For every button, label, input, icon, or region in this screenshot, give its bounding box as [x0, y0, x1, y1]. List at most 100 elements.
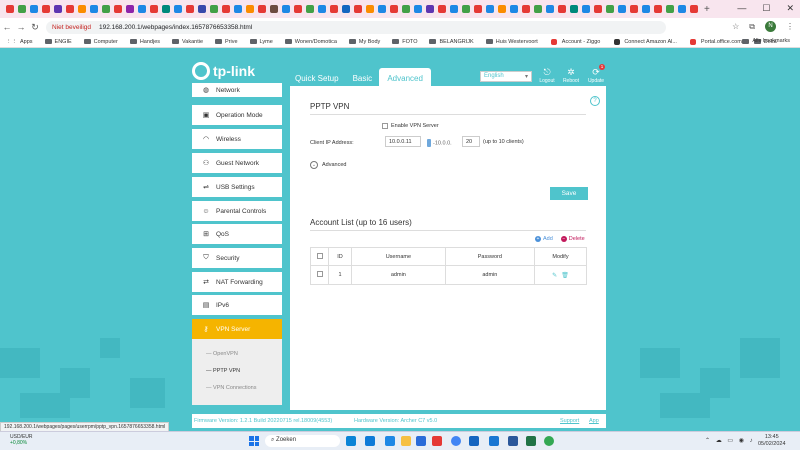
bookmark-item[interactable]: BELANGRIJK	[429, 39, 474, 45]
bookmark-star-icon[interactable]: ☆	[732, 22, 739, 31]
sidebar-item-network[interactable]: ◍ Network	[192, 83, 282, 97]
tab-favicon[interactable]	[221, 5, 230, 13]
bookmark-item[interactable]: Wonen/Domotica	[284, 39, 337, 45]
tab-favicon[interactable]	[41, 5, 50, 13]
bookmark-item[interactable]: Lyme	[249, 39, 273, 45]
back-arrow-icon[interactable]: ←	[0, 22, 14, 32]
app-icon[interactable]	[489, 436, 499, 446]
bookmark-item[interactable]: Vakantie	[172, 39, 203, 45]
taskview-icon[interactable]	[346, 436, 356, 446]
security-indicator[interactable]: Niet beveiligd	[52, 24, 91, 31]
bookmark-item[interactable]: Portal.office.com	[689, 38, 742, 45]
taskbar-search[interactable]: ⌕ Zoeken	[265, 435, 340, 447]
tab-favicon[interactable]	[245, 5, 254, 13]
tab-favicon[interactable]	[689, 5, 698, 13]
tab-favicon[interactable]	[341, 5, 350, 13]
checkbox-box[interactable]	[382, 123, 388, 129]
tab-favicon[interactable]	[197, 5, 206, 13]
tab-favicon[interactable]	[449, 5, 458, 13]
menu-icon[interactable]: ⋮	[786, 22, 794, 31]
all-bookmarks[interactable]: Alle bookmarks	[742, 38, 790, 44]
tab-favicon[interactable]	[161, 5, 170, 13]
tab-favicon[interactable]	[629, 5, 638, 13]
bookmark-item[interactable]: My Body	[348, 39, 380, 45]
store-icon[interactable]	[416, 436, 426, 446]
sidebar-item-operation-mode[interactable]: ▣ Operation Mode	[192, 105, 282, 125]
tab-favicon[interactable]	[293, 5, 302, 13]
bookmark-apps[interactable]: ⋮⋮ Apps	[6, 39, 33, 45]
sidebar-item-parental-controls[interactable]: ☺ Parental Controls	[192, 201, 282, 221]
sidebar-item-ipv6[interactable]: ▤ IPv6	[192, 295, 282, 315]
tab-favicon[interactable]	[569, 5, 578, 13]
row-select-cell[interactable]	[310, 265, 329, 285]
support-link[interactable]: Support	[560, 418, 579, 424]
tab-favicon[interactable]	[653, 5, 662, 13]
tab-favicon[interactable]	[377, 5, 386, 13]
tab-favicon[interactable]	[101, 5, 110, 13]
tab-favicon[interactable]	[125, 5, 134, 13]
tab-favicon[interactable]	[77, 5, 86, 13]
tab-favicon[interactable]	[233, 5, 242, 13]
word-icon[interactable]	[508, 436, 518, 446]
tab-favicon[interactable]	[89, 5, 98, 13]
tab-favicon[interactable]	[437, 5, 446, 13]
app-link[interactable]: App	[589, 418, 599, 424]
tab-favicon[interactable]	[425, 5, 434, 13]
help-icon[interactable]: ?	[590, 96, 600, 106]
bookmark-item[interactable]: Prive	[215, 39, 238, 45]
tab-favicon[interactable]	[677, 5, 686, 13]
sidebar-item-usb-settings[interactable]: ⇌ USB Settings	[192, 177, 282, 197]
client-ip-end-input[interactable]: 20	[462, 136, 480, 147]
tab-favicon[interactable]	[149, 5, 158, 13]
maximize-button[interactable]: ☐	[762, 3, 770, 14]
url-text[interactable]: 192.168.200.1/webpages/index.16578766533…	[99, 24, 252, 31]
sidebar-item-guest-network[interactable]: ⚇ Guest Network	[192, 153, 282, 173]
bookmark-item[interactable]: Connect Amazon Al...	[612, 38, 677, 45]
subnav-openvpn[interactable]: — OpenVPN	[206, 351, 238, 357]
tab-basic[interactable]: Basic	[346, 68, 380, 88]
excel-icon[interactable]	[526, 436, 536, 446]
tab-favicon[interactable]	[317, 5, 326, 13]
tab-favicon[interactable]	[617, 5, 626, 13]
tab-favicon[interactable]	[605, 5, 614, 13]
delete-button[interactable]: − Delete	[560, 236, 585, 242]
tab-favicon[interactable]	[29, 5, 38, 13]
tab-favicon[interactable]	[173, 5, 182, 13]
close-window-button[interactable]: ✕	[786, 3, 794, 14]
new-tab-button[interactable]: +	[704, 4, 710, 15]
save-button[interactable]: Save	[550, 187, 588, 200]
tab-quick-setup[interactable]: Quick Setup	[288, 68, 346, 88]
tab-favicon[interactable]	[461, 5, 470, 13]
tab-favicon[interactable]	[485, 5, 494, 13]
logout-button[interactable]: ⎋ Logout	[538, 67, 556, 84]
profile-avatar[interactable]: N	[765, 21, 776, 32]
enable-vpn-checkbox[interactable]: Enable VPN Server	[382, 123, 439, 129]
tab-favicon[interactable]	[53, 5, 62, 13]
explorer-icon[interactable]	[401, 436, 411, 446]
tab-favicon[interactable]	[17, 5, 26, 13]
bookmark-item[interactable]: FOTO	[392, 39, 417, 45]
tab-advanced[interactable]: Advanced	[379, 68, 432, 88]
sidebar-item-security[interactable]: ⛉ Security	[192, 248, 282, 268]
forward-arrow-icon[interactable]: →	[14, 22, 28, 32]
tab-favicon[interactable]	[185, 5, 194, 13]
tab-favicon[interactable]	[137, 5, 146, 13]
sidebar-item-vpn-server[interactable]: ⚷ VPN Server	[192, 319, 282, 339]
tab-favicon[interactable]	[557, 5, 566, 13]
photos-icon[interactable]	[385, 436, 395, 446]
subnav-vpn-connections[interactable]: — VPN Connections	[206, 385, 256, 391]
add-button[interactable]: + Add	[535, 236, 553, 242]
taskbar-clock[interactable]: 13:45 05/02/2024	[758, 434, 786, 448]
tab-favicon[interactable]	[521, 5, 530, 13]
tab-favicon[interactable]	[533, 5, 542, 13]
select-all-checkbox[interactable]	[316, 252, 323, 259]
stock-ticker-widget[interactable]: USD/EUR +0,80%	[10, 434, 33, 446]
tab-favicon[interactable]	[641, 5, 650, 13]
bookmark-item[interactable]: Account - Ziggo	[550, 38, 600, 45]
reload-icon[interactable]: ↻	[28, 22, 42, 33]
client-ip-start-input[interactable]: 10.0.0.11	[385, 136, 421, 147]
tab-favicon[interactable]	[581, 5, 590, 13]
edit-icon[interactable]: ✎	[552, 273, 557, 279]
omnibox[interactable]: Niet beveiligd 192.168.200.1/webpages/in…	[46, 20, 666, 34]
tab-favicon[interactable]	[329, 5, 338, 13]
